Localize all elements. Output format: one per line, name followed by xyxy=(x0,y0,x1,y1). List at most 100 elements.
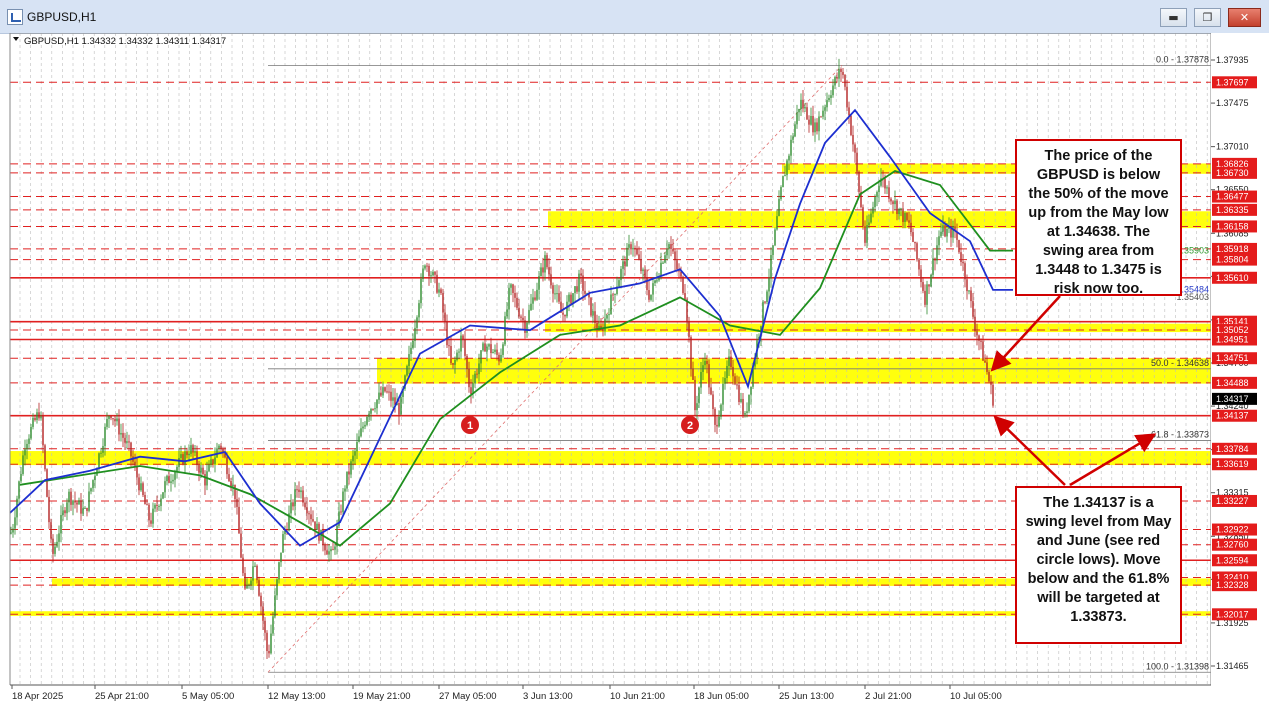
bull-candle xyxy=(666,249,668,256)
bull-candle xyxy=(782,176,784,188)
bear-candle xyxy=(130,442,132,457)
bull-candle xyxy=(188,453,190,456)
bear-candle xyxy=(736,384,738,386)
bear-candle xyxy=(846,86,848,108)
bear-candle xyxy=(638,254,640,259)
bull-candle xyxy=(610,294,612,315)
bull-candle xyxy=(700,371,702,388)
bull-candle xyxy=(508,287,510,310)
bear-candle xyxy=(490,344,492,354)
level-price-label: 1.35804 xyxy=(1216,255,1249,265)
bull-candle xyxy=(362,426,364,429)
bear-candle xyxy=(242,557,244,574)
bull-candle xyxy=(102,446,104,453)
close-button[interactable]: ✕ xyxy=(1228,8,1261,27)
bull-candle xyxy=(618,280,620,287)
bear-candle xyxy=(372,408,374,410)
bull-candle xyxy=(702,365,704,372)
level-price-label: 1.32922 xyxy=(1216,525,1249,535)
bull-candle xyxy=(838,69,840,79)
bull-candle xyxy=(94,475,96,481)
bull-candle xyxy=(54,546,56,554)
time-tick-label: 10 Jun 21:00 xyxy=(610,691,665,702)
bear-candle xyxy=(802,99,804,109)
bull-candle xyxy=(800,99,802,109)
swing-low-label: 2 xyxy=(687,420,693,432)
bear-candle xyxy=(594,311,596,324)
bull-candle xyxy=(668,244,670,250)
bull-candle xyxy=(608,314,610,316)
bull-candle xyxy=(780,187,782,200)
symbol-dropdown-icon[interactable] xyxy=(13,37,19,41)
level-price-label: 1.35918 xyxy=(1216,244,1249,254)
bull-candle xyxy=(728,356,730,366)
bull-candle xyxy=(626,247,628,267)
bull-candle xyxy=(290,502,292,514)
bear-candle xyxy=(230,480,232,487)
bull-candle xyxy=(492,351,494,354)
bear-candle xyxy=(226,457,228,475)
bear-candle xyxy=(914,241,916,244)
bear-candle xyxy=(864,226,866,243)
bull-candle xyxy=(418,303,420,318)
bull-candle xyxy=(420,278,422,304)
bear-candle xyxy=(114,419,116,422)
bull-candle xyxy=(200,467,202,473)
bull-candle xyxy=(356,441,358,452)
bear-candle xyxy=(854,144,856,153)
bear-candle xyxy=(122,433,124,438)
bear-candle xyxy=(742,398,744,415)
bear-candle xyxy=(298,489,300,493)
bear-candle xyxy=(944,225,946,237)
bear-candle xyxy=(146,504,148,506)
bull-candle xyxy=(784,175,786,177)
bull-candle xyxy=(270,633,272,654)
bear-candle xyxy=(966,279,968,292)
bear-candle xyxy=(708,364,710,388)
bull-candle xyxy=(578,273,580,292)
bear-candle xyxy=(676,260,678,269)
bear-candle xyxy=(70,491,72,505)
price-tick-label: 1.37010 xyxy=(1216,142,1249,152)
minimize-button[interactable]: ▬ xyxy=(1160,8,1187,27)
bear-candle xyxy=(640,258,642,272)
bull-candle xyxy=(88,491,90,511)
bull-candle xyxy=(92,480,94,489)
bear-candle xyxy=(522,317,524,321)
bull-candle xyxy=(798,108,800,113)
bull-candle xyxy=(832,85,834,96)
bear-candle xyxy=(842,71,844,75)
bear-candle xyxy=(710,387,712,395)
bear-candle xyxy=(76,502,78,505)
bear-candle xyxy=(292,502,294,507)
bear-candle xyxy=(236,499,238,507)
bear-candle xyxy=(470,387,472,394)
bull-candle xyxy=(458,351,460,353)
bull-candle xyxy=(622,261,624,269)
bull-candle xyxy=(350,461,352,475)
bull-candle xyxy=(718,416,720,427)
maximize-button[interactable]: ❐ xyxy=(1194,8,1221,27)
bull-candle xyxy=(376,399,378,409)
bear-candle xyxy=(442,293,444,313)
time-tick-label: 18 Jun 05:00 xyxy=(694,691,749,702)
bull-candle xyxy=(720,404,722,417)
level-price-label: 1.35610 xyxy=(1216,273,1249,283)
bull-candle xyxy=(374,408,376,410)
bear-candle xyxy=(498,354,500,362)
bull-candle xyxy=(378,392,380,400)
bear-candle xyxy=(220,445,222,449)
bull-candle xyxy=(408,354,410,366)
bull-candle xyxy=(748,394,750,412)
bear-candle xyxy=(962,262,964,264)
bear-candle xyxy=(434,271,436,275)
bull-candle xyxy=(494,349,496,352)
time-tick-label: 27 May 05:00 xyxy=(439,691,497,702)
bear-candle xyxy=(484,343,486,352)
bear-candle xyxy=(110,416,112,419)
bear-candle xyxy=(182,454,184,464)
bear-candle xyxy=(672,248,674,252)
window-title: GBPUSD,H1 xyxy=(27,10,97,24)
bear-candle xyxy=(688,322,690,338)
bull-candle xyxy=(208,464,210,472)
